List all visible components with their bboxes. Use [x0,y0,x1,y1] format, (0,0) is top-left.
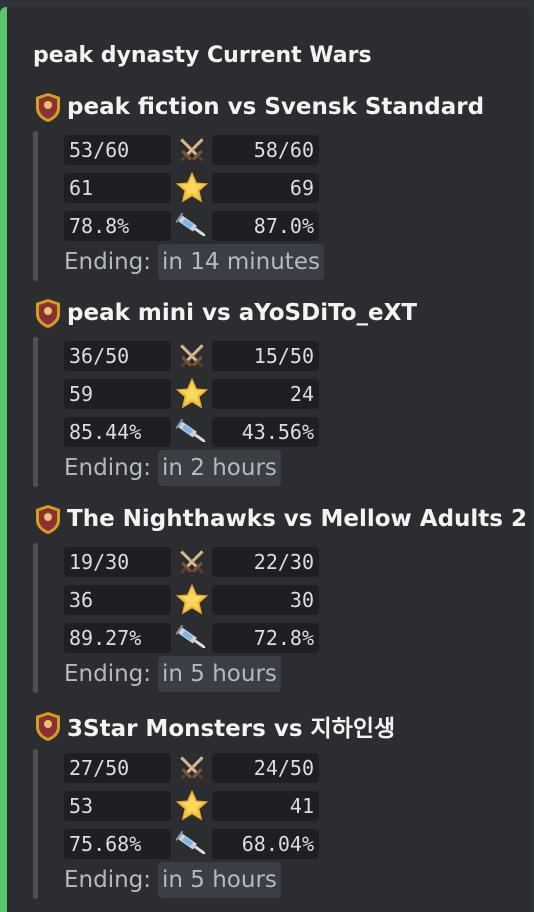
stars-right: 30 [212,585,319,615]
war-heading: The Nighthawks vs Mellow Adults 2 [33,503,527,535]
clan-badge-icon [36,93,60,122]
crossed-swords-icon [177,135,207,165]
destruction-right: 72.8% [212,623,319,653]
attacks-right: 22/30 [212,547,319,577]
destruction-left: 78.8% [64,211,171,241]
war-entry: peak fiction vs Svensk Standard 53/60 58… [0,91,534,291]
war-heading: 3Star Monsters vs 지하인생 [33,709,395,743]
attacks-left: 19/30 [64,547,171,577]
stars-left: 61 [64,173,171,203]
attacks-right: 58/60 [212,135,319,165]
syringe-icon [175,212,209,241]
syringe-icon [175,624,209,653]
war-entry: 3Star Monsters vs 지하인생 27/50 24/50 53 41… [0,709,534,909]
ending-label: Ending: [64,455,152,481]
star-icon [176,584,208,614]
clan-badge-icon [36,505,60,534]
attacks-left: 27/50 [64,753,171,783]
stars-left: 36 [64,585,171,615]
crossed-swords-icon [177,547,207,577]
war-entry: The Nighthawks vs Mellow Adults 2 19/30 … [0,503,534,703]
stars-left: 53 [64,791,171,821]
war-title: 3Star Monsters vs 지하인생 [67,716,396,742]
crossed-swords-icon [177,341,207,371]
ending-label: Ending: [64,249,152,275]
war-title: The Nighthawks vs Mellow Adults 2 [67,506,527,532]
destruction-left: 75.68% [64,829,171,859]
destruction-right: 68.04% [212,829,319,859]
attacks-left: 36/50 [64,341,171,371]
quote-bar [33,337,38,487]
ending-timestamp[interactable]: in 2 hours [158,450,281,486]
destruction-right: 87.0% [212,211,319,241]
ending-timestamp[interactable]: in 5 hours [158,862,281,898]
stars-right: 24 [212,379,319,409]
destruction-left: 89.27% [64,623,171,653]
destruction-right: 43.56% [212,417,319,447]
war-heading: peak mini vs aYoSDiTo_eXT [33,297,417,329]
ending-label: Ending: [64,867,152,893]
destruction-left: 85.44% [64,417,171,447]
attacks-left: 53/60 [64,135,171,165]
war-entry: peak mini vs aYoSDiTo_eXT 36/50 15/50 59… [0,297,534,497]
syringe-icon [175,418,209,447]
stars-left: 59 [64,379,171,409]
quote-bar [33,749,38,899]
war-heading: peak fiction vs Svensk Standard [33,91,484,123]
clan-badge-icon [36,299,60,328]
syringe-icon [175,830,209,859]
stars-right: 41 [212,791,319,821]
star-icon [176,790,208,820]
war-title: peak fiction vs Svensk Standard [67,94,485,120]
attacks-right: 15/50 [212,341,319,371]
crossed-swords-icon [177,753,207,783]
ending-label: Ending: [64,661,152,687]
quote-bar [33,543,38,693]
ending-timestamp[interactable]: in 14 minutes [158,244,324,280]
attacks-right: 24/50 [212,753,319,783]
ending-timestamp[interactable]: in 5 hours [158,656,281,692]
stars-right: 69 [212,173,319,203]
quote-bar [33,131,38,281]
clan-badge-icon [36,712,60,741]
star-icon [176,378,208,408]
war-title: peak mini vs aYoSDiTo_eXT [67,300,418,326]
embed-title: peak dynasty Current Wars [33,43,372,68]
star-icon [176,172,208,202]
